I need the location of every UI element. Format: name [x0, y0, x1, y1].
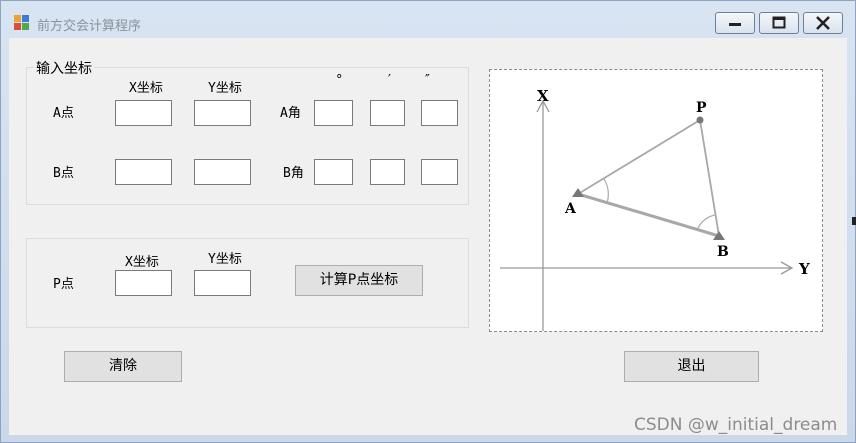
intersection-diagram: X Y A B P: [489, 69, 823, 332]
x-coordinate-header: X坐标: [129, 81, 163, 96]
point-b-y-input[interactable]: [194, 159, 251, 185]
p-x-coordinate-header: X坐标: [125, 255, 159, 270]
title-bar[interactable]: 前方交会计算程序: [1, 1, 855, 37]
diagram-canvas: X Y A B P: [500, 87, 810, 331]
close-button[interactable]: [803, 12, 843, 34]
angle-a-minute-input[interactable]: [370, 100, 405, 126]
point-b-label: B点: [53, 166, 74, 181]
x-axis-label: X: [537, 87, 549, 105]
exit-button[interactable]: 退出: [624, 351, 759, 382]
clear-button[interactable]: 清除: [64, 351, 182, 382]
degree-header: °: [336, 73, 343, 88]
minute-header: ′: [388, 73, 391, 88]
maximize-button[interactable]: [759, 12, 799, 34]
close-icon: [816, 16, 830, 30]
input-group-title: 输入坐标: [34, 58, 94, 78]
point-b-x-input[interactable]: [115, 159, 172, 185]
point-p-diagram-label: P: [696, 100, 707, 116]
point-p-marker-icon: [696, 116, 704, 124]
client-area: 输入坐标 X坐标 Y坐标 ° ′ ″ A点 A角 B点 B角 X坐标 Y坐标 P…: [9, 38, 847, 435]
point-a-label: A点: [53, 106, 74, 121]
point-a-x-input[interactable]: [115, 100, 172, 126]
point-p-y-output[interactable]: [194, 270, 251, 296]
angle-a-arc: [603, 178, 609, 204]
angle-a-label: A角: [280, 106, 301, 121]
window-edge-mark: [852, 217, 856, 225]
y-axis-label: Y: [798, 260, 810, 278]
window-title: 前方交会计算程序: [37, 19, 142, 34]
point-b-diagram-label: B: [717, 244, 729, 260]
side-pb: [699, 119, 720, 237]
point-a-y-input[interactable]: [194, 100, 251, 126]
point-p-x-output[interactable]: [115, 270, 172, 296]
angle-b-arc: [697, 214, 716, 229]
side-ab: [577, 192, 720, 238]
angle-b-degree-input[interactable]: [314, 159, 353, 185]
p-y-coordinate-header: Y坐标: [208, 252, 242, 267]
app-window: 前方交会计算程序 输入坐标 X坐标 Y坐标 ° ′ ″ A点 A角 B点 B角 …: [0, 0, 856, 443]
angle-a-second-input[interactable]: [421, 100, 458, 126]
angle-b-label: B角: [283, 166, 304, 181]
app-icon: [14, 15, 29, 30]
point-a-diagram-label: A: [564, 201, 577, 217]
angle-b-second-input[interactable]: [421, 159, 458, 185]
watermark: CSDN @w_initial_dream: [634, 415, 838, 435]
side-ap: [577, 119, 701, 195]
second-header: ″: [425, 73, 430, 88]
angle-a-degree-input[interactable]: [314, 100, 353, 126]
point-p-label: P点: [53, 277, 74, 292]
maximize-icon: [772, 16, 786, 29]
minimize-button[interactable]: [715, 12, 755, 34]
y-coordinate-header: Y坐标: [208, 81, 242, 96]
calculate-p-button[interactable]: 计算P点坐标: [295, 265, 423, 296]
minimize-icon: [729, 23, 741, 26]
angle-b-minute-input[interactable]: [370, 159, 405, 185]
